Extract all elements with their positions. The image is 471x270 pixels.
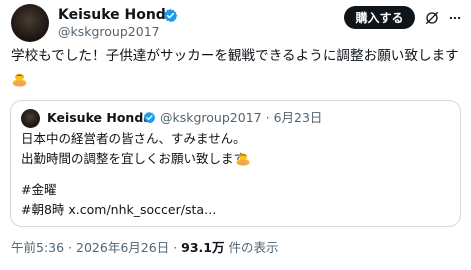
more-options-icon[interactable] [447, 11, 463, 25]
view-count[interactable]: 93.1万 [181, 240, 224, 255]
quoted-text-line: 出勤時間の調整を宜しくお願い致します [21, 151, 247, 166]
post-time[interactable]: 午前5:36 [11, 240, 64, 255]
quoted-hashtag: #金曜 [21, 182, 57, 197]
post-date[interactable]: 2026年6月26日 [76, 240, 169, 255]
author-name[interactable]: Keisuke Honda [58, 6, 175, 24]
quoted-text-line: 日本中の経営者の皆さん、すみません。 [21, 131, 246, 146]
author-avatar[interactable] [11, 4, 49, 42]
quoted-author-handle: @kskgroup2017 [160, 110, 262, 125]
subscribe-button[interactable]: 購入する [344, 6, 415, 29]
view-count-label: 件の表示 [228, 240, 279, 255]
author-handle[interactable]: @kskgroup2017 [58, 24, 160, 40]
post-text: 学校もでした！子供達がサッカーを観戦できるように調整お願い致します [11, 48, 459, 64]
quoted-post-meta: @kskgroup2017 · 6月23日 [160, 110, 322, 126]
quoted-author-name: Keisuke Honda [47, 110, 152, 125]
verified-badge-icon [143, 111, 156, 124]
footer-separator: · [173, 240, 178, 255]
quoted-author-avatar [21, 109, 40, 128]
bowing-person-emoji-icon [236, 153, 250, 166]
meta-separator: · [265, 110, 270, 125]
grok-icon[interactable] [424, 10, 440, 26]
quoted-hashtag-link-line: #朝8時 x.com/nhk_soccer/sta… [21, 202, 217, 217]
quoted-post-card[interactable]: Keisuke Honda @kskgroup2017 · 6月23日 日本中の… [10, 100, 461, 227]
quoted-post-date: 6月23日 [273, 110, 323, 125]
footer-separator: · [68, 240, 73, 255]
verified-badge-icon [163, 8, 178, 23]
bowing-person-emoji-icon [12, 73, 27, 87]
post-footer: 午前5:36 · 2026年6月26日 · 93.1万 件の表示 [11, 240, 279, 256]
